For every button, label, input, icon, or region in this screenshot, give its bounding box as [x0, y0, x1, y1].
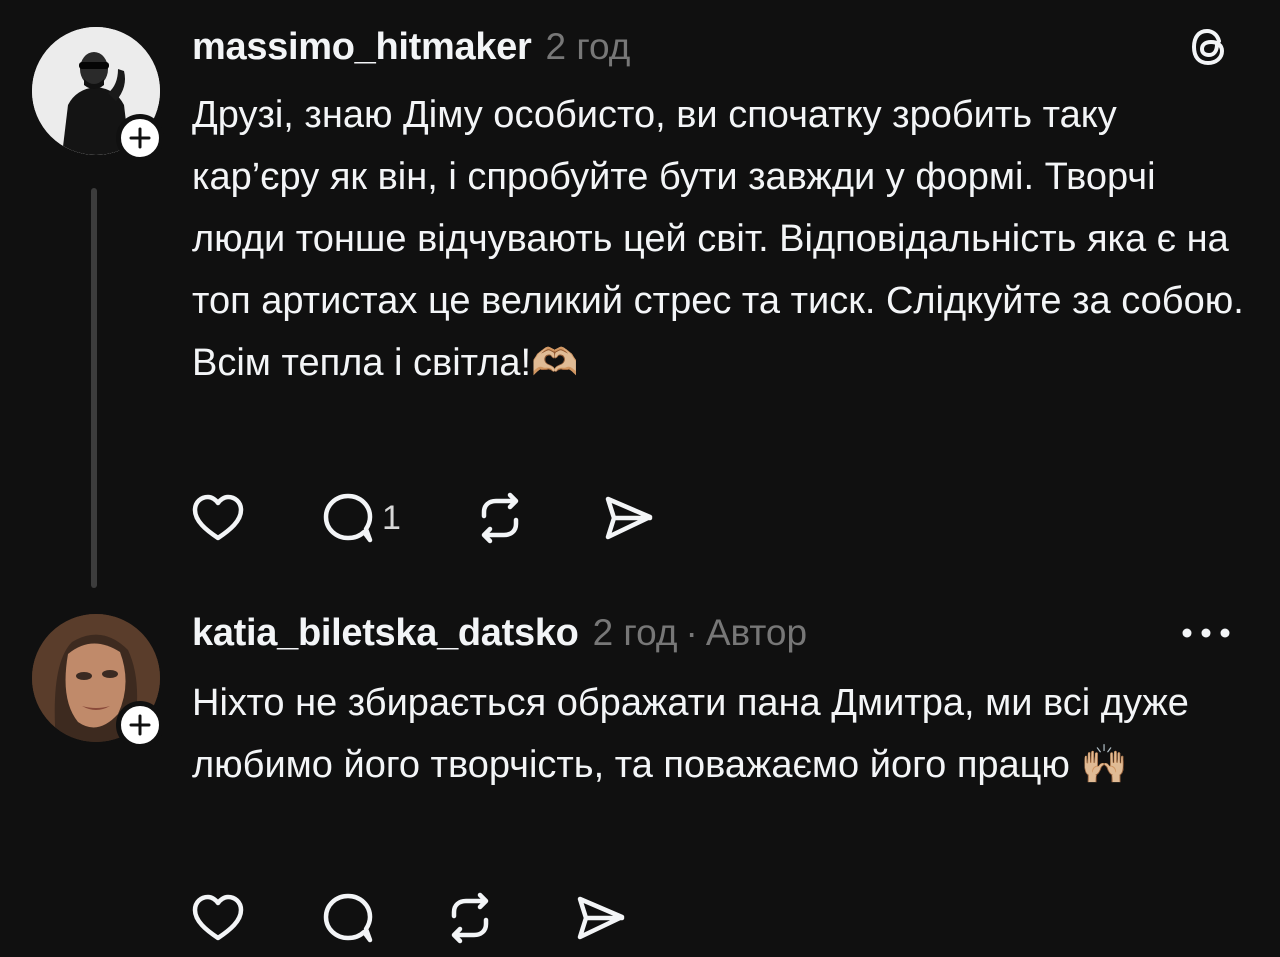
post-header: massimo_hitmaker 2 год [192, 22, 1250, 72]
timestamp: 2 год [545, 26, 631, 67]
comment-icon [323, 893, 373, 943]
heart-icon [192, 894, 244, 941]
share-icon [605, 496, 653, 540]
post-text: Друзі, знаю Діму особисто, ви спочатку з… [192, 94, 1244, 384]
username[interactable]: massimo_hitmaker [192, 26, 532, 69]
share-button[interactable] [572, 892, 628, 944]
reply-count: 1 [382, 498, 401, 537]
meta-separator: · [685, 612, 698, 653]
follow-button[interactable] [116, 701, 164, 749]
heart-icon [192, 494, 244, 541]
repost-button[interactable] [472, 492, 600, 544]
author-label: Автор [705, 612, 808, 653]
thread-post: katia_biletska_datsko 2 год · Автор Ніхто … [0, 600, 1280, 957]
post-text: Ніхто не збирається ображати пана Дмитра… [192, 682, 1189, 786]
post-meta: 2 год · Автор [593, 612, 807, 654]
plus-icon [129, 714, 151, 736]
reply-button[interactable]: 1 [320, 492, 472, 544]
share-button[interactable] [600, 492, 656, 544]
username[interactable]: katia_biletska_datsko [192, 612, 579, 655]
post-header: katia_biletska_datsko 2 год · Автор [192, 608, 1250, 658]
thread-connector-line [91, 188, 97, 588]
repost-button[interactable] [442, 892, 572, 944]
threads-logo-icon[interactable] [1188, 25, 1232, 69]
more-icon[interactable] [1182, 628, 1230, 638]
reply-button[interactable] [320, 892, 442, 944]
timestamp: 2 год [592, 612, 678, 653]
repost-icon [481, 492, 519, 544]
follow-button[interactable] [116, 114, 164, 162]
comment-icon [323, 493, 373, 543]
repost-icon [451, 892, 489, 944]
share-icon [577, 896, 625, 940]
like-button[interactable] [190, 892, 320, 944]
post-actions [190, 890, 628, 946]
plus-icon [129, 127, 151, 149]
thread-post: massimo_hitmaker 2 год Друзі, знаю Діму … [0, 0, 1280, 600]
post-actions: 1 [190, 490, 656, 546]
like-button[interactable] [190, 492, 320, 544]
